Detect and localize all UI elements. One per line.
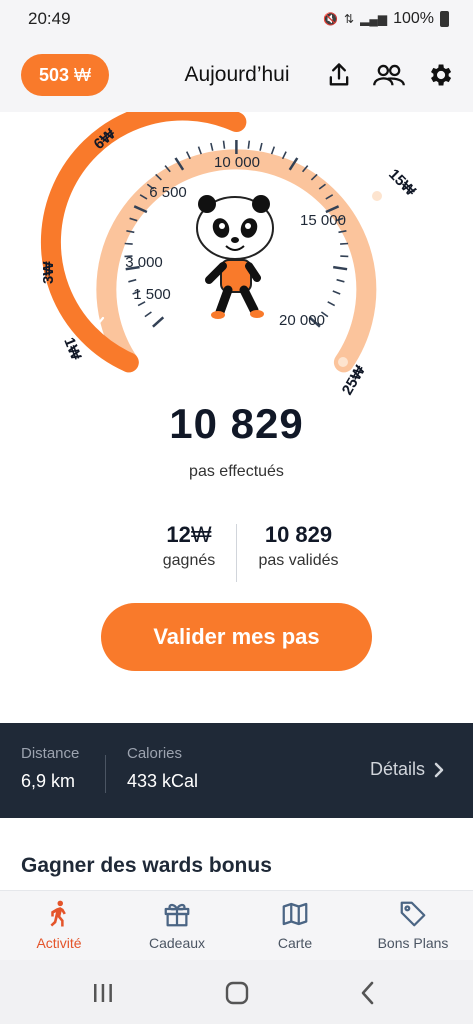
- status-bar: 20:49 🔇 ⇅ ▂▄▆ 100%: [0, 0, 473, 38]
- recent-apps-icon[interactable]: [90, 982, 116, 1004]
- milestone-dot: [338, 357, 348, 367]
- nav-item-cadeaux[interactable]: Cadeaux: [118, 899, 236, 951]
- gauge-tick: [124, 242, 133, 245]
- gauge-tick: [185, 151, 191, 160]
- mute-icon: 🔇: [323, 12, 339, 26]
- back-icon[interactable]: [358, 980, 378, 1006]
- milestone-label: 3₩: [40, 261, 57, 284]
- walking-icon: [50, 900, 66, 927]
- gauge-tick: [197, 146, 202, 155]
- nav-label: Activité: [36, 935, 82, 951]
- check-icon: [119, 147, 131, 157]
- gauge-tick: [340, 242, 349, 245]
- status-time: 20:49: [28, 9, 71, 28]
- nav-item-carte[interactable]: Carte: [236, 899, 354, 951]
- gift-icon: [164, 903, 190, 927]
- gauge-tick: [247, 140, 251, 149]
- wards-balance-pill[interactable]: 503 ₩: [21, 54, 109, 96]
- steps-validated-stat: 10 829 pas validés: [246, 522, 351, 570]
- scale-label: 6 500: [149, 184, 187, 201]
- status-icons: 🔇 ⇅ ▂▄▆ 100%: [323, 10, 449, 28]
- map-icon: [282, 902, 308, 926]
- scale-label: 1 500: [133, 286, 171, 303]
- steps-count: 10 829: [169, 400, 304, 447]
- gauge-tick: [281, 151, 287, 160]
- calories-value: 433 kCal: [127, 771, 199, 791]
- gauge-tick: [333, 265, 348, 271]
- nav-item-bons-plans[interactable]: Bons Plans: [354, 899, 472, 951]
- validate-steps-button[interactable]: Valider mes pas: [101, 603, 372, 671]
- nav-label: Bons Plans: [377, 935, 449, 951]
- calories-label: Calories: [127, 745, 183, 762]
- distance-label: Distance: [21, 745, 80, 762]
- battery-icon: [440, 11, 449, 27]
- panda-walking-mascot: [196, 195, 274, 319]
- app-header: 503 ₩ Aujourd’hui: [0, 38, 473, 112]
- check-icon: [79, 263, 91, 273]
- nav-item-activite[interactable]: Activité: [0, 899, 118, 951]
- steps-validated-label: pas validés: [258, 552, 339, 569]
- bonus-section-title: Gagner des wards bonus: [21, 854, 272, 877]
- summary-divider: [105, 755, 106, 793]
- gauge-tick: [210, 142, 214, 151]
- scale-label: 10 000: [214, 154, 260, 171]
- gauge-tick: [144, 311, 152, 318]
- nav-label: Carte: [277, 935, 313, 951]
- system-nav-bar: [0, 960, 473, 1024]
- scale-label: 3 000: [125, 254, 163, 271]
- gauge-tick: [152, 316, 165, 328]
- gauge-tick: [222, 140, 226, 149]
- gear-icon[interactable]: [426, 61, 454, 89]
- distance-summary: Distance 6,9 km: [21, 745, 79, 792]
- page-title: Aujourd’hui: [184, 63, 290, 86]
- wards-earned-label: gagnés: [162, 552, 216, 569]
- calories-summary: Calories 433 kCal: [127, 745, 198, 792]
- wards-earned-stat: 12₩ gagnés: [136, 522, 242, 570]
- gauge-tick: [327, 301, 336, 307]
- stats-divider: [236, 524, 237, 582]
- gauge-tick: [336, 278, 345, 283]
- distance-value: 6,9 km: [21, 771, 76, 791]
- ward-symbol: ₩: [74, 64, 92, 85]
- network-icon: ⇅: [344, 12, 355, 26]
- milestone-dot: [372, 191, 382, 201]
- tag-icon: [400, 901, 426, 927]
- stats-row: 12₩ gagnés 10 829 pas validés: [0, 522, 473, 582]
- signal-icon: ▂▄▆: [360, 12, 388, 26]
- steps-validated-value: 10 829: [264, 522, 333, 547]
- wards-earned-value: 12₩: [166, 522, 212, 547]
- details-label: Détails: [369, 759, 425, 779]
- gauge-tick: [332, 290, 341, 295]
- scale-label: 15 000: [300, 212, 346, 229]
- activity-summary-panel: Distance 6,9 km Calories 433 kCal Détail…: [0, 723, 473, 818]
- nav-label: Cadeaux: [148, 935, 206, 951]
- gauge-tick: [259, 142, 263, 151]
- bottom-nav: Activité Cadeaux Carte Bons Plans: [0, 890, 473, 960]
- milestone-label: 15₩: [385, 166, 419, 200]
- steps-gauge: 1 500 3 000 6 500 10 000 15 000 20 000 1…: [40, 112, 420, 398]
- steps-label: pas effectués: [189, 463, 284, 480]
- chevron-right-icon: [434, 762, 444, 777]
- friends-icon[interactable]: [372, 61, 406, 89]
- details-link[interactable]: Détails: [370, 759, 445, 780]
- share-icon[interactable]: [325, 61, 353, 89]
- gauge-tick: [128, 278, 137, 283]
- gauge-tick: [270, 146, 276, 155]
- battery-level: 100%: [393, 10, 434, 27]
- scale-label: 20 000: [279, 312, 325, 329]
- wards-balance: 503: [38, 64, 70, 85]
- home-icon[interactable]: [224, 980, 250, 1006]
